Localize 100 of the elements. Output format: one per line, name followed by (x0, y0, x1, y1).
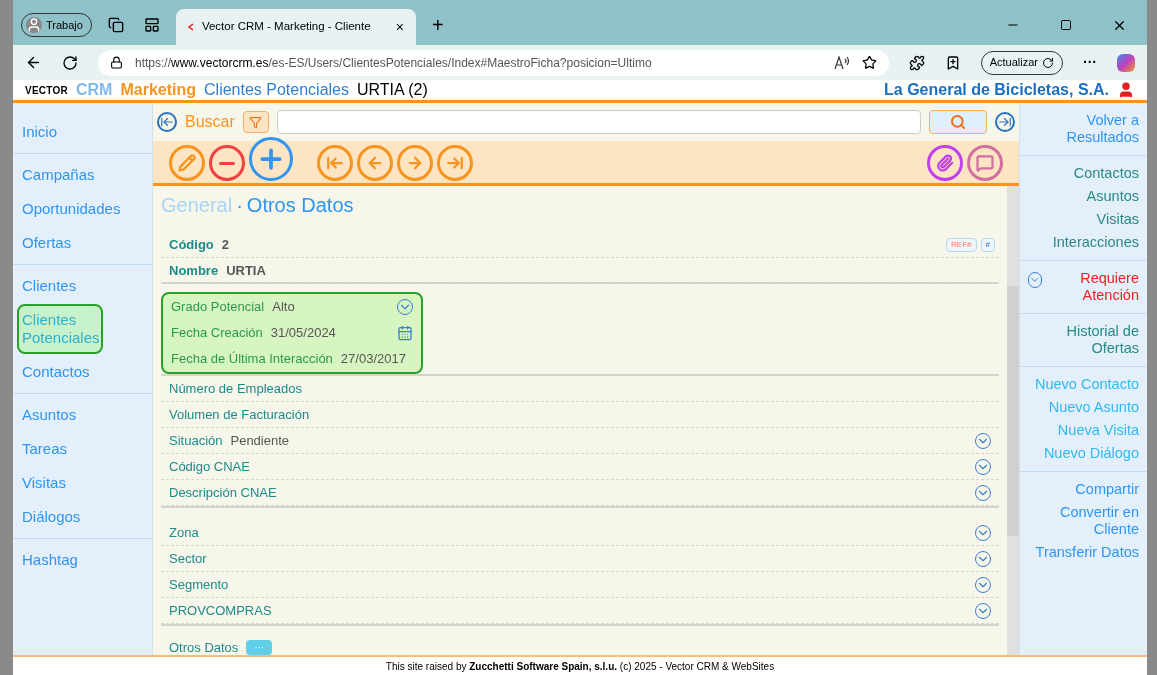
footer-text: This site raised by Zucchetti Software Spain, s.l.u. (c) 2025 - Vector CRM & WebSites (385, 659, 775, 674)
last-record-button[interactable] (437, 145, 473, 181)
maximize-icon[interactable] (1060, 19, 1072, 31)
arrow-icon (446, 154, 464, 172)
action-link[interactable]: Asuntos (1086, 188, 1139, 205)
attach-button[interactable] (927, 145, 963, 181)
tag-button[interactable]: # (980, 238, 995, 252)
search-field[interactable] (276, 110, 921, 134)
logo-suffix: CRM (76, 80, 113, 100)
sidebar-item[interactable]: Diálogos (17, 501, 148, 533)
field-label: Grado Potencial (171, 298, 265, 317)
field-value: Alto (272, 298, 295, 317)
sidebar-item[interactable]: Clientes (17, 270, 148, 302)
favorite-icon[interactable] (861, 55, 877, 70)
field-label: Número de Empleados (169, 379, 302, 398)
sidebar-item[interactable]: Inicio (17, 116, 148, 148)
breadcrumb-link[interactable]: Otros Datos (246, 190, 354, 220)
address-bar[interactable]: https://www.vectorcrm.es/es-ES/Users/ClientesPotenciales/Index#MaestroFicha?posicion=Ultimo (98, 49, 889, 76)
extensions-icon[interactable] (908, 54, 925, 71)
section-badge[interactable]: ··· (246, 640, 273, 656)
action-link[interactable]: Volver a Resultados (1028, 112, 1139, 146)
speech-bubble-icon (976, 154, 994, 172)
sidebar-item[interactable]: Oportunidades (17, 193, 148, 225)
arrow-icon (406, 154, 424, 172)
more-menu[interactable]: ··· (1083, 52, 1097, 73)
pencil-icon (178, 154, 196, 172)
search-label: Buscar (185, 112, 235, 132)
sidebar-item[interactable]: Clientes Potenciales (17, 304, 103, 354)
filter-button[interactable] (242, 111, 269, 133)
next-button[interactable] (397, 145, 433, 181)
avatar-icon (26, 17, 42, 33)
refresh-icon (1042, 56, 1054, 69)
filter-icon (249, 115, 263, 129)
sidebar-item[interactable]: Ofertas (17, 227, 148, 259)
field-label: PROVCOMPRAS (169, 601, 272, 620)
tag-button[interactable]: REF# (946, 238, 977, 252)
action-link[interactable]: Compartir (1075, 481, 1139, 498)
arrow-icon (326, 154, 344, 172)
first-record-button[interactable] (317, 145, 353, 181)
collapse-right-icon[interactable] (995, 112, 1015, 132)
user-icon[interactable] (1117, 81, 1135, 99)
scrollbar[interactable] (1007, 186, 1019, 655)
action-link[interactable]: Nuevo Diálogo (1043, 445, 1139, 462)
search-icon (950, 114, 966, 130)
calendar-icon[interactable] (397, 325, 413, 341)
breadcrumb-link[interactable]: General (161, 190, 233, 220)
field-value: Pendiente (230, 431, 290, 450)
delete-button[interactable] (209, 145, 245, 181)
tab-close[interactable]: × (395, 16, 404, 38)
profile-name: Trabajo (46, 17, 83, 33)
new-tab-button[interactable]: + (423, 5, 452, 45)
breadcrumb-separator: · (236, 193, 243, 218)
sidebar-item[interactable]: Visitas (17, 467, 148, 499)
field-label: Código (169, 235, 214, 254)
comment-button[interactable] (967, 145, 1003, 181)
field-label: Segmento (169, 575, 229, 594)
sidebar-item[interactable]: Tareas (17, 433, 148, 465)
action-link[interactable]: Visitas (1096, 211, 1139, 228)
action-link[interactable]: Convertir en Cliente (1028, 504, 1139, 538)
lock-icon (110, 56, 123, 69)
collapse-left-icon[interactable] (157, 112, 177, 132)
action-link[interactable]: Nueva Visita (1057, 422, 1139, 439)
company-name: La General de Bicicletas, S.A. (884, 80, 1109, 100)
field-label: Descripción CNAE (169, 483, 277, 502)
section-heading: Otros Datos (169, 639, 239, 657)
action-link[interactable]: Nuevo Asunto (1048, 399, 1139, 416)
sidebar-item[interactable]: Asuntos (17, 399, 148, 431)
add-button[interactable] (249, 137, 293, 181)
browser-tab[interactable]: Vector CRM - Marketing - Cliente × (175, 9, 416, 45)
tab-title: Vector CRM - Marketing - Cliente (201, 19, 372, 35)
action-link[interactable]: Contactos (1073, 165, 1139, 182)
field-label: Situación (169, 431, 223, 450)
sidebar-item[interactable]: Campañas (17, 159, 148, 191)
field-label: Nombre (169, 261, 219, 280)
logo: VECTOR (25, 83, 68, 98)
section-title: Clientes Potenciales (204, 80, 349, 100)
field-label: Zona (169, 523, 199, 542)
minus-icon (219, 161, 235, 165)
action-link[interactable]: Transferir Datos (1035, 544, 1139, 561)
field-label: Código CNAE (169, 457, 250, 476)
field-label: Sector (169, 549, 207, 568)
action-link[interactable]: Requiere Atención (1041, 270, 1139, 304)
sidebar-item[interactable]: Hashtag (17, 544, 148, 576)
previous-button[interactable] (357, 145, 393, 181)
field-value: URTIA (226, 261, 266, 280)
search-button[interactable] (929, 110, 987, 134)
action-link[interactable]: Historial de Ofertas (1028, 323, 1139, 357)
action-link[interactable]: Nuevo Contacto (1035, 376, 1139, 393)
reload-icon[interactable] (62, 54, 78, 71)
url-text: https://www.vectorcrm.es/es-ES/Users/ClientesPotenciales/Index#MaestroFicha?posicion=Ultimo (135, 54, 652, 72)
read-aloud-icon[interactable] (833, 55, 850, 70)
edit-button[interactable] (169, 145, 205, 181)
tab-favicon-icon (187, 23, 194, 31)
action-link[interactable]: Interacciones (1052, 234, 1139, 251)
sidebar-item[interactable]: Contactos (17, 356, 148, 388)
tabs-icon[interactable] (107, 17, 124, 33)
sidebar-icon[interactable] (143, 17, 160, 33)
back-icon[interactable] (25, 54, 42, 71)
field-label: Volumen de Facturación (169, 405, 310, 424)
field-value: 2 (221, 235, 229, 254)
